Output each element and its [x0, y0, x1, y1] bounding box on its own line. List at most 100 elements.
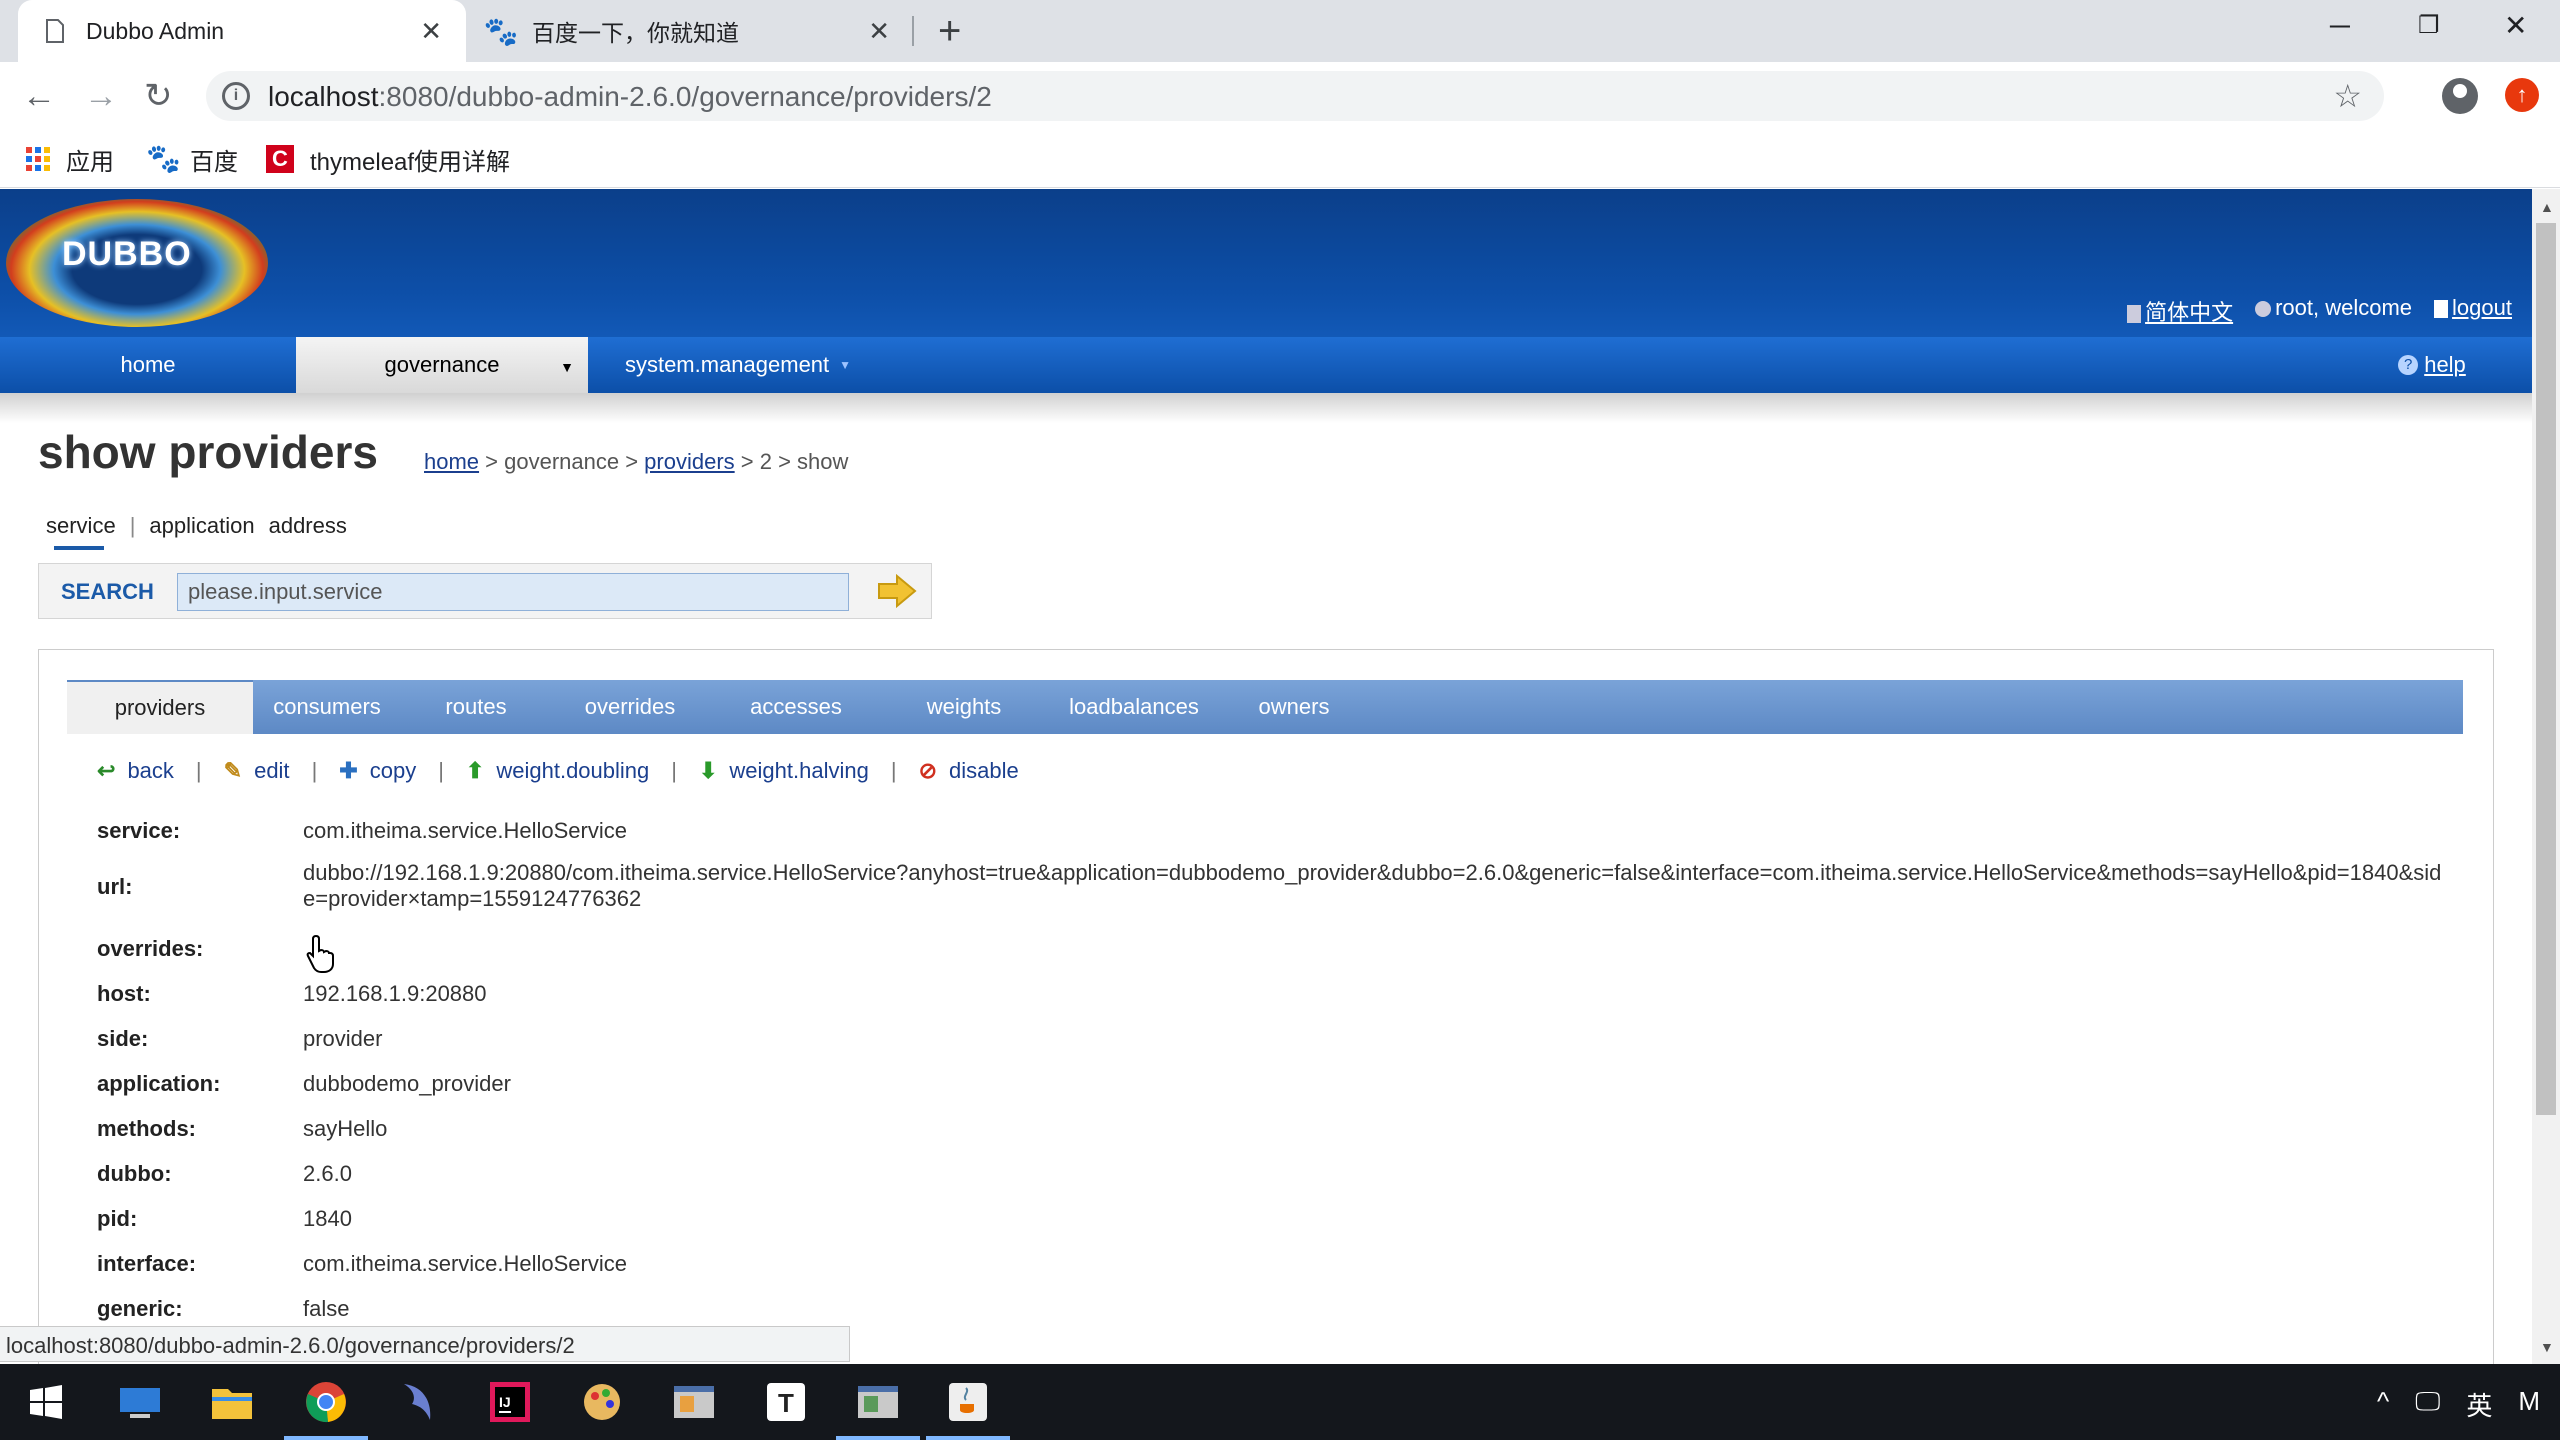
close-icon[interactable]: ✕ [420, 18, 442, 44]
breadcrumb-sep: > governance > [479, 449, 645, 474]
field-label: interface: [97, 1251, 197, 1276]
tab-routes[interactable]: routes [401, 680, 551, 734]
url-host: localhost [268, 81, 379, 112]
action-label: disable [949, 758, 1019, 783]
back-action[interactable]: ↩ back [97, 758, 174, 784]
copy-action[interactable]: ✚ copy [339, 758, 416, 784]
scrollbar-thumb[interactable] [2536, 223, 2556, 1115]
disable-action[interactable]: ⊘ disable [919, 758, 1019, 784]
window-app-icon[interactable] [836, 1374, 920, 1440]
paint-app-icon[interactable] [574, 1374, 630, 1430]
menu-governance-label: governance [384, 352, 500, 377]
search-label: SEARCH [61, 579, 154, 604]
tab-consumers[interactable]: consumers [253, 680, 401, 734]
back-button[interactable]: ← [22, 76, 56, 116]
dubbo-header: DUBBO 简体中文 root, welcome logout [0, 189, 2532, 337]
tab-overrides[interactable]: overrides [551, 680, 709, 734]
scroll-down-arrow-icon[interactable]: ▼ [2540, 1339, 2554, 1355]
logo-text: DUBBO [62, 235, 192, 273]
close-icon[interactable]: ✕ [868, 18, 890, 44]
file-explorer-icon[interactable] [204, 1374, 260, 1430]
tab-accesses[interactable]: accesses [709, 680, 883, 734]
field-value: dubbodemo_provider [303, 1071, 511, 1096]
action-separator: | [195, 758, 202, 783]
dropdown-arrow-icon: ▼ [560, 359, 574, 375]
input-method-indicator[interactable]: 英 [2466, 1386, 2492, 1423]
breadcrumb-home[interactable]: home [424, 449, 479, 474]
java-app-icon[interactable] [926, 1374, 1010, 1440]
new-tab-button[interactable]: + [938, 10, 961, 52]
bookmark-star-icon[interactable]: ☆ [2333, 77, 2362, 115]
field-value: 2.6.0 [303, 1161, 352, 1186]
welcome-label: root, welcome [2275, 295, 2413, 320]
dolphin-app-icon[interactable] [390, 1374, 446, 1430]
tab-title: 百度一下，你就知道 [532, 20, 739, 46]
window-app-icon[interactable] [666, 1374, 722, 1430]
browser-tab-strip: Dubbo Admin ✕ 🐾 百度一下，你就知道 ✕ + ─ ❐ ✕ [0, 0, 2560, 62]
search-go-arrow-icon[interactable] [877, 574, 917, 608]
bookmark-apps[interactable]: 应用 [26, 142, 114, 176]
search-tab-address[interactable]: address [269, 513, 347, 539]
menu-home[interactable]: home [0, 337, 296, 393]
weight-doubling-action[interactable]: ⬆ weight.doubling [466, 758, 649, 784]
tab-loadbalances[interactable]: loadbalances [1045, 680, 1223, 734]
browser-tab-dubbo-admin[interactable]: Dubbo Admin ✕ [18, 0, 466, 62]
edit-action[interactable]: ✎ edit [224, 758, 290, 784]
minimize-button[interactable]: ─ [2330, 6, 2350, 46]
page-scrollbar[interactable]: ▲ ▼ [2532, 189, 2560, 1364]
hand-cursor-icon [306, 934, 334, 973]
chrome-taskbar-icon[interactable] [284, 1374, 368, 1440]
weight-halving-action[interactable]: ⬇ weight.halving [699, 758, 869, 784]
system-tray: ^ 🖵 英 M [2377, 1386, 2540, 1423]
action-separator: | [311, 758, 318, 783]
action-separator: | [438, 758, 444, 783]
address-url[interactable]: localhost:8080/dubbo-admin-2.6.0/governa… [268, 81, 992, 113]
tab-owners[interactable]: owners [1223, 680, 1365, 734]
info-icon[interactable]: i [222, 82, 250, 110]
field-label: host: [97, 981, 151, 1006]
window-close-button[interactable]: ✕ [2504, 6, 2527, 46]
bookmark-label: 百度 [190, 148, 238, 176]
extension-update-icon[interactable]: ↑ [2505, 78, 2539, 112]
restore-button[interactable]: ❐ [2418, 6, 2440, 46]
tab-providers[interactable]: providers [67, 680, 253, 734]
logout-link-text[interactable]: logout [2452, 295, 2512, 320]
desktop-app-icon[interactable] [112, 1374, 168, 1430]
profile-avatar-icon[interactable] [2442, 78, 2478, 114]
browser-tab-baidu[interactable]: 🐾 百度一下，你就知道 ✕ [474, 0, 914, 62]
address-bar[interactable]: i localhost:8080/dubbo-admin-2.6.0/gover… [206, 71, 2384, 121]
breadcrumb-providers[interactable]: providers [644, 449, 734, 474]
bookmark-baidu[interactable]: 🐾 百度 [146, 142, 238, 176]
typora-icon[interactable]: T [758, 1374, 814, 1430]
baidu-paw-icon: 🐾 [146, 143, 181, 174]
forward-button[interactable]: → [84, 76, 118, 116]
field-label: dubbo: [97, 1161, 172, 1186]
reload-button[interactable]: ↻ [144, 76, 173, 116]
language-link[interactable]: 简体中文 [2127, 295, 2233, 327]
scroll-up-arrow-icon[interactable]: ▲ [2540, 199, 2554, 215]
tab-weights[interactable]: weights [883, 680, 1045, 734]
plus-icon: ✚ [339, 758, 358, 783]
action-label: weight.halving [729, 758, 869, 783]
url-path: :8080/dubbo-admin-2.6.0/governance/provi… [378, 81, 992, 112]
field-value: false [303, 1296, 350, 1321]
bookmark-thymeleaf[interactable]: C thymeleaf使用详解 [266, 142, 510, 176]
menu-help[interactable]: ? help [2372, 337, 2492, 393]
network-icon[interactable]: 🖵 [2415, 1386, 2440, 1423]
search-tab-application[interactable]: application [149, 513, 254, 539]
ime-mode-indicator[interactable]: M [2518, 1386, 2540, 1423]
menu-governance[interactable]: governance ▼ [296, 337, 588, 393]
tab-divider: | [129, 513, 136, 538]
language-link-text[interactable]: 简体中文 [2145, 300, 2233, 325]
menu-system-management[interactable]: system.management ▼ [588, 337, 888, 393]
pencil-icon: ✎ [223, 758, 243, 783]
tray-chevron-icon[interactable]: ^ [2377, 1386, 2389, 1423]
header-links: 简体中文 root, welcome logout [2127, 295, 2512, 327]
search-tab-service[interactable]: service [46, 513, 116, 539]
welcome-text: root, welcome [2255, 295, 2412, 327]
logout-link[interactable]: logout [2434, 295, 2512, 327]
field-label: pid: [97, 1206, 138, 1231]
search-input[interactable] [177, 573, 849, 611]
intellij-idea-icon[interactable]: IJ [482, 1374, 538, 1430]
windows-start-icon[interactable] [18, 1374, 74, 1430]
